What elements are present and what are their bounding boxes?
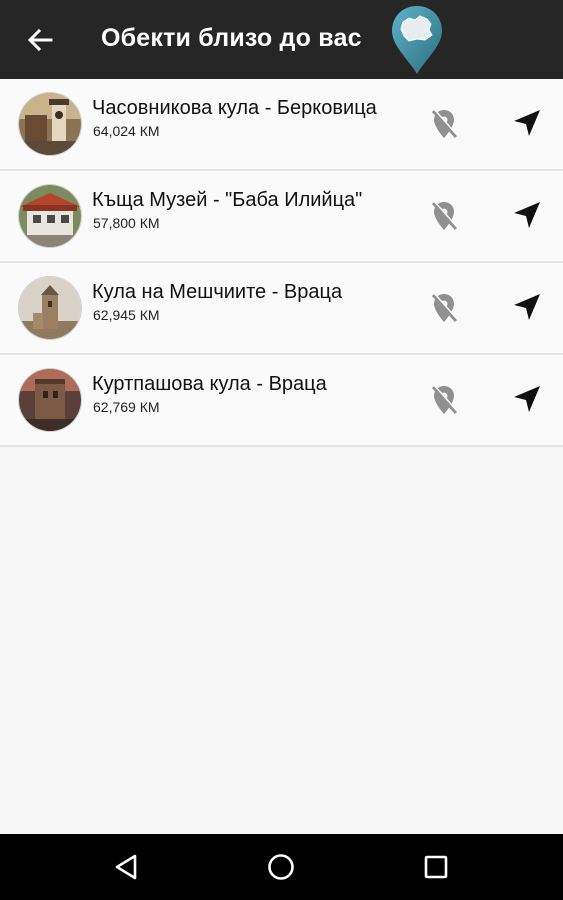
location-off-icon[interactable] bbox=[428, 199, 460, 233]
square-recents-icon bbox=[424, 855, 448, 879]
bulgaria-map-pin-logo-icon bbox=[392, 6, 442, 74]
kurtpasha-tower-photo bbox=[18, 368, 82, 432]
list-item[interactable]: Къща Музей - "Баба Илийца" 57,800 КМ bbox=[0, 171, 563, 263]
system-back-button[interactable] bbox=[107, 848, 145, 886]
triangle-back-icon bbox=[115, 854, 137, 880]
system-navigation-bar bbox=[0, 834, 563, 900]
location-off-icon[interactable] bbox=[428, 291, 460, 325]
place-distance: 62,769 КМ bbox=[93, 399, 160, 415]
list-item[interactable]: Кула на Мешчиите - Враца 62,945 КМ bbox=[0, 263, 563, 355]
place-title: Часовникова кула - Берковица bbox=[92, 97, 377, 119]
meshchii-tower-photo bbox=[18, 276, 82, 340]
clock-tower-photo bbox=[18, 92, 82, 156]
back-button[interactable] bbox=[20, 22, 60, 58]
navigation-arrow-icon[interactable] bbox=[511, 383, 543, 415]
page-title: Обекти близо до вас bbox=[101, 24, 362, 52]
list-item[interactable]: Часовникова кула - Берковица 64,024 КМ bbox=[0, 79, 563, 171]
list-item[interactable]: Куртпашова кула - Враца 62,769 КМ bbox=[0, 355, 563, 447]
place-title: Куртпашова кула - Враца bbox=[92, 373, 327, 395]
navigation-arrow-icon[interactable] bbox=[511, 291, 543, 323]
places-list: Часовникова кула - Берковица 64,024 КМ К… bbox=[0, 79, 563, 447]
location-off-icon[interactable] bbox=[428, 383, 460, 417]
place-title: Кула на Мешчиите - Враца bbox=[92, 281, 343, 303]
app-bar: Обекти близо до вас bbox=[0, 0, 563, 79]
place-distance: 57,800 КМ bbox=[93, 215, 160, 231]
location-off-icon[interactable] bbox=[428, 107, 460, 141]
system-recents-button[interactable] bbox=[417, 848, 455, 886]
screen: Обекти близо до вас Часовникова кула - Б… bbox=[0, 0, 563, 900]
arrow-left-icon bbox=[27, 28, 53, 52]
system-home-button[interactable] bbox=[262, 848, 300, 886]
place-title: Къща Музей - "Баба Илийца" bbox=[92, 189, 363, 211]
place-distance: 62,945 КМ bbox=[93, 307, 160, 323]
place-distance: 64,024 КМ bbox=[93, 123, 160, 139]
navigation-arrow-icon[interactable] bbox=[511, 107, 543, 139]
museum-house-photo bbox=[18, 184, 82, 248]
circle-home-icon bbox=[268, 854, 294, 880]
navigation-arrow-icon[interactable] bbox=[511, 199, 543, 231]
